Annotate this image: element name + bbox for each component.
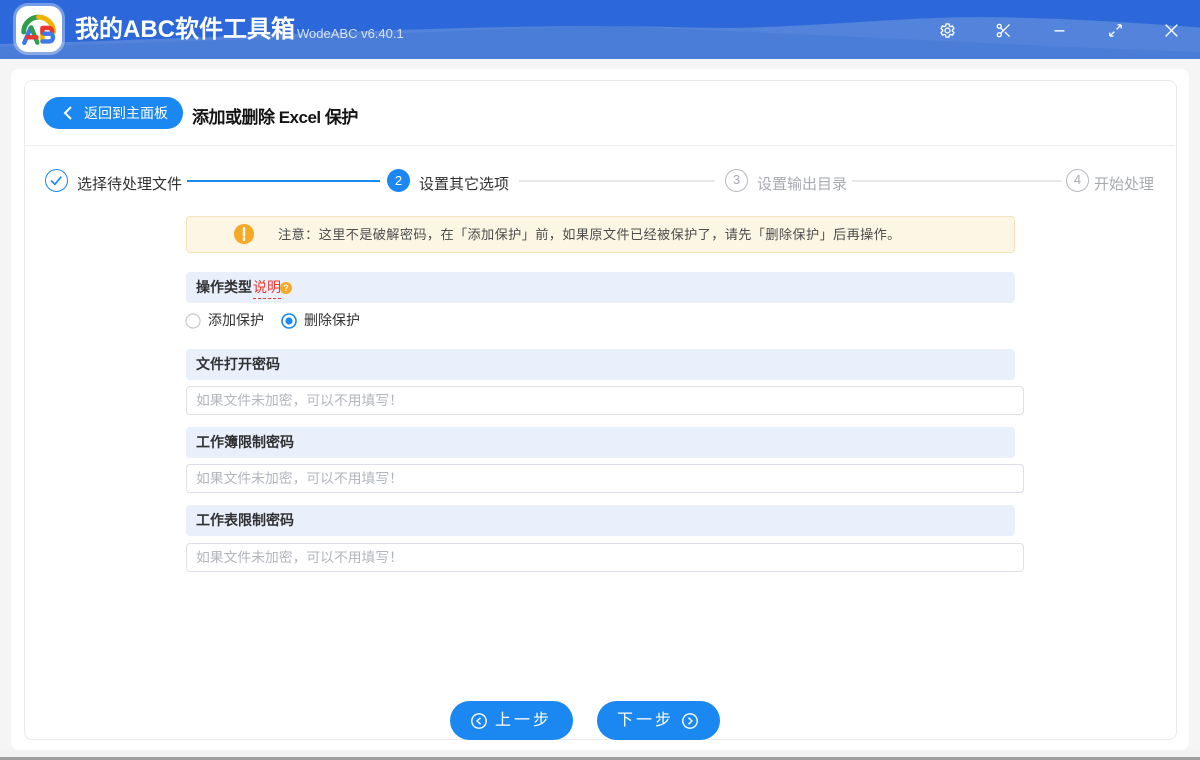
svg-text:?: ? — [283, 283, 289, 293]
